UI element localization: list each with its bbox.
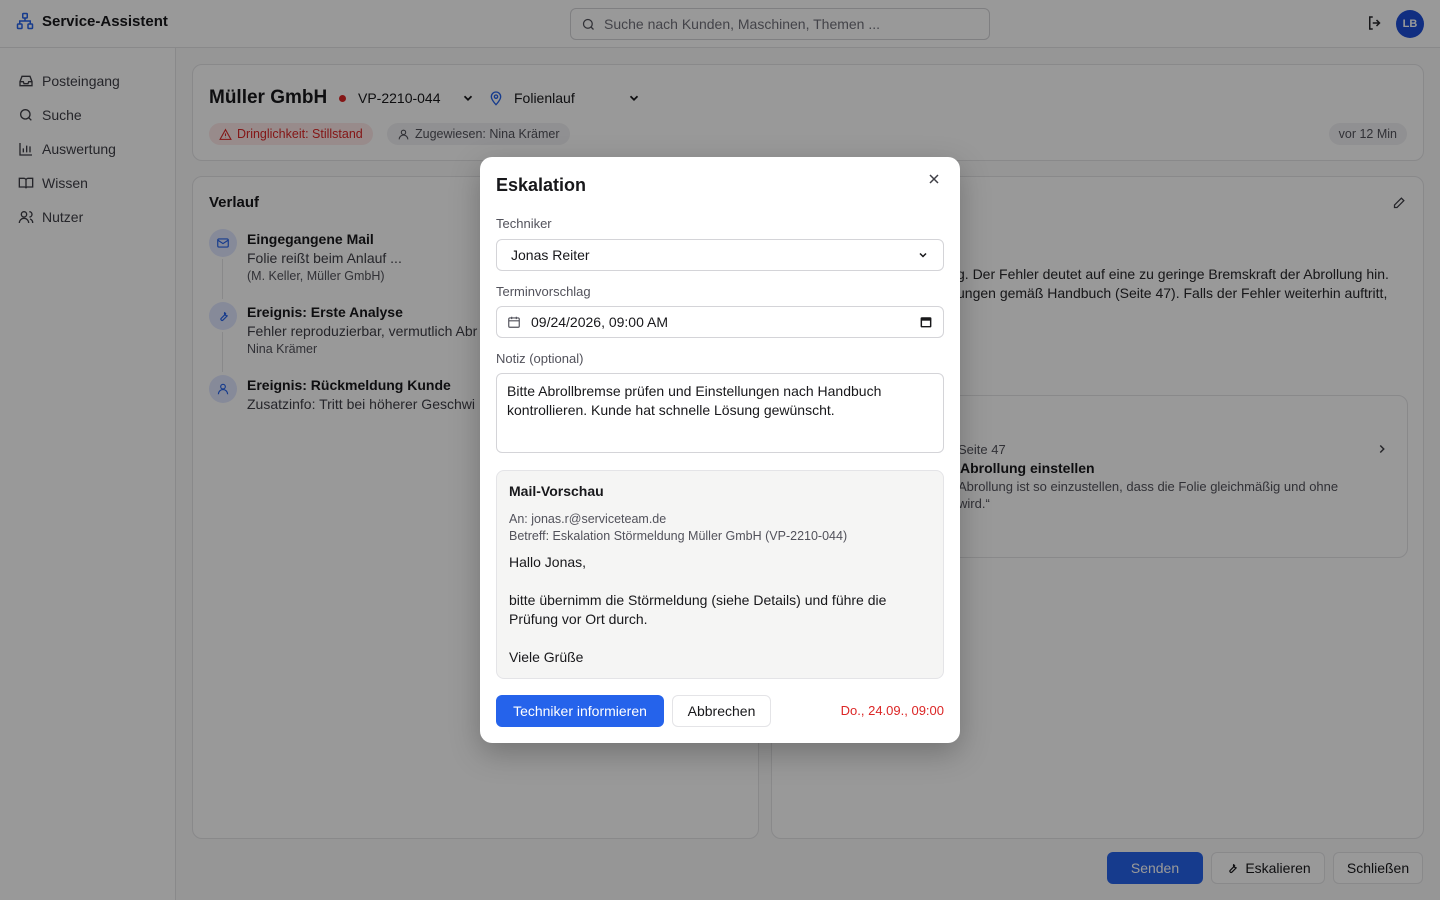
technician-value: Jonas Reiter (511, 247, 590, 263)
note-textarea[interactable]: Bitte Abrollbremse prüfen und Einstellun… (496, 373, 944, 453)
dialog-title: Eskalation (496, 175, 587, 195)
notify-technician-button[interactable]: Techniker informieren (496, 695, 664, 727)
preview-title: Mail-Vorschau (509, 483, 604, 499)
date-label: Terminvorschlag (496, 284, 591, 299)
preview-to: An: jonas.r@serviceteam.de (509, 512, 667, 526)
calendar-icon (508, 316, 520, 328)
preview-subject: Betreff: Eskalation Störmeldung Müller G… (509, 529, 848, 543)
chevron-down-icon (919, 252, 927, 258)
technician-select[interactable]: Jonas Reiter (496, 239, 944, 271)
date-input[interactable]: 09/24/2026, 09:00 AM (496, 306, 944, 338)
technician-label: Techniker (496, 216, 552, 231)
cancel-button[interactable]: Abbrechen (672, 695, 771, 727)
close-icon[interactable] (926, 171, 942, 187)
mail-preview: Mail-Vorschau An: jonas.r@serviceteam.de… (496, 470, 944, 679)
scheduled-date: Do., 24.09., 09:00 (840, 703, 944, 718)
preview-body: Hallo Jonas, bitte übernimm die Störmeld… (509, 554, 887, 665)
escalation-dialog: Eskalation Techniker Jonas Reiter Termin… (480, 157, 960, 743)
note-label: Notiz (optional) (496, 351, 584, 366)
date-value: 09/24/2026, 09:00 AM (531, 314, 668, 330)
calendar-picker-icon[interactable] (919, 315, 933, 329)
